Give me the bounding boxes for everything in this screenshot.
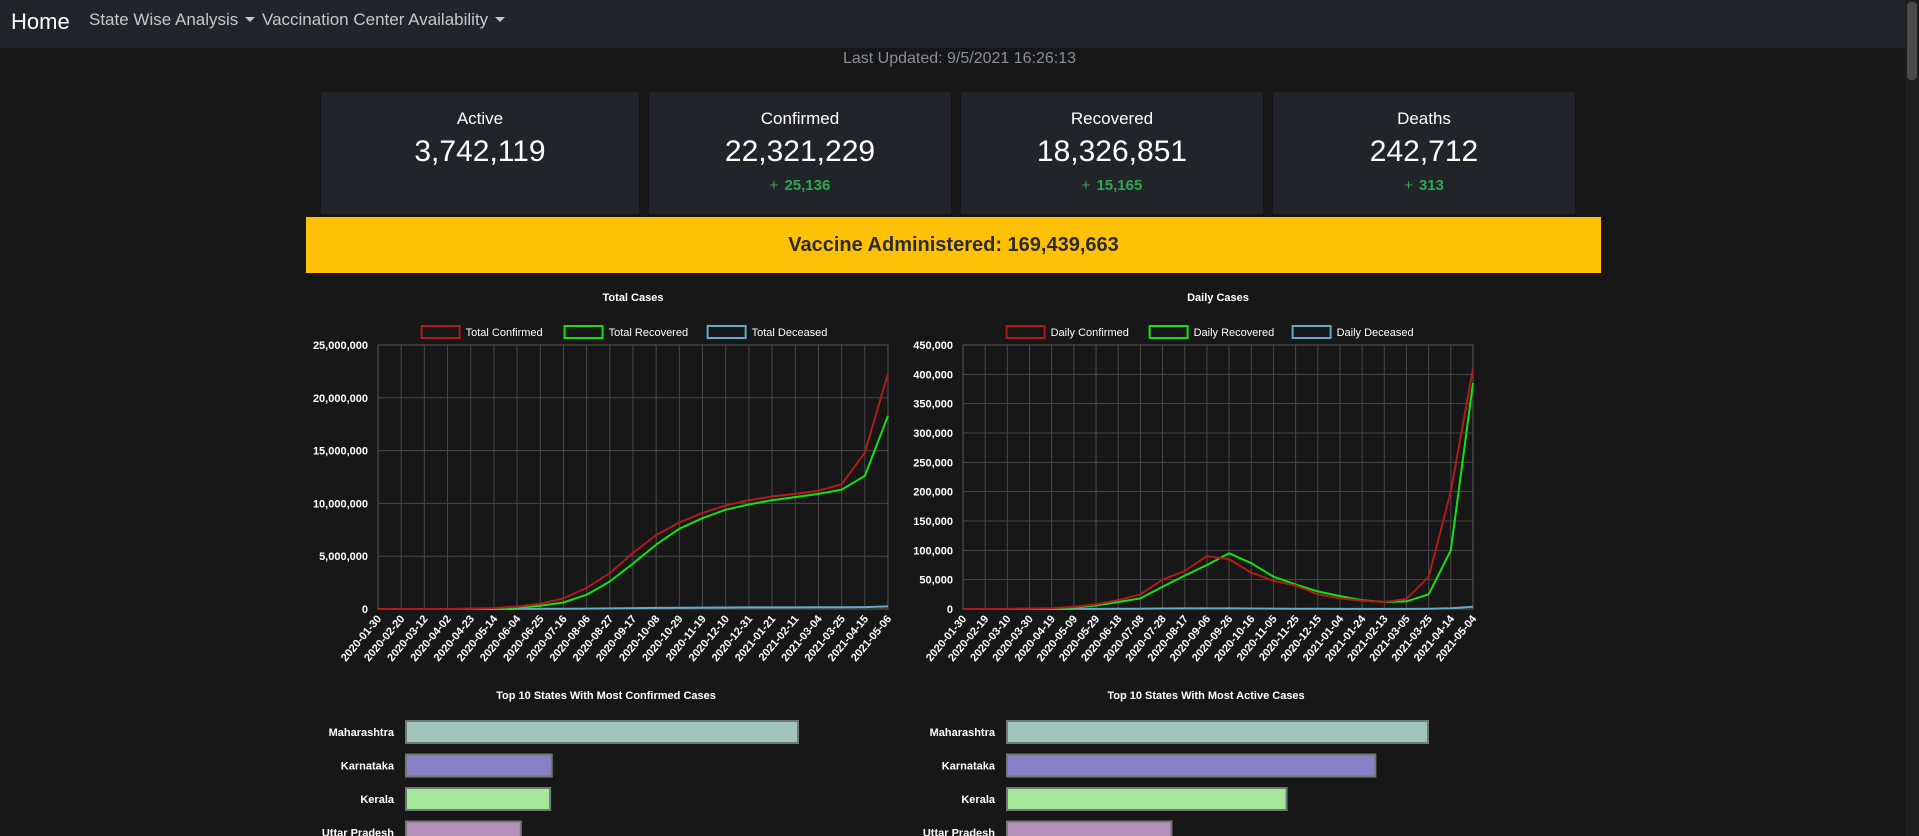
state-wise-analysis-dropdown[interactable]: State Wise Analysis bbox=[89, 10, 256, 30]
top-confirmed-states-chart: Top 10 States With Most Confirmed Cases M… bbox=[322, 690, 799, 836]
legend-swatch-daily-recovered bbox=[1148, 325, 1189, 339]
legend-label-total-deceased: Total Deceased bbox=[752, 327, 828, 339]
category-label: Karnataka bbox=[341, 761, 395, 773]
card-deaths-label: Deaths bbox=[1397, 109, 1451, 128]
y-tick-label: 350,000 bbox=[913, 399, 953, 411]
card-active-value: 3,742,119 bbox=[414, 135, 546, 168]
category-label: Kerala bbox=[961, 794, 996, 806]
top-active-states-chart: Top 10 States With Most Active Cases Maha… bbox=[923, 690, 1429, 836]
bar-kerala bbox=[405, 787, 552, 811]
card-confirmed: Confirmed 22,321,229 +25,136 bbox=[649, 92, 951, 214]
y-tick-label: 0 bbox=[947, 604, 953, 616]
card-deaths-delta-value: 313 bbox=[1418, 177, 1444, 194]
category-label: Kerala bbox=[360, 794, 395, 806]
chart-title: Top 10 States With Most Active Cases bbox=[1107, 690, 1304, 702]
card-recovered: Recovered 18,326,851 +15,165 bbox=[961, 92, 1263, 214]
card-confirmed-delta-value: 25,136 bbox=[784, 177, 831, 194]
category-label: Maharashtra bbox=[930, 727, 996, 739]
y-tick-label: 200,000 bbox=[913, 487, 953, 499]
vaccination-center-dropdown[interactable]: Vaccination Center Availability bbox=[262, 10, 506, 30]
daily-cases-chart: Daily Cases Daily Confirmed Daily Recovere… bbox=[913, 292, 1480, 664]
category-label: Uttar Pradesh bbox=[322, 828, 394, 836]
home-link[interactable]: Home bbox=[11, 9, 70, 35]
y-tick-label: 25,000,000 bbox=[313, 340, 368, 352]
plot-area-border bbox=[962, 344, 1474, 610]
legend-swatch-total-recovered bbox=[563, 325, 604, 339]
total-cases-chart: Total Cases Total Confirmed Total Recovere… bbox=[313, 292, 894, 664]
bar-karnataka bbox=[405, 753, 553, 778]
chevron-down-icon bbox=[245, 17, 256, 22]
chart-title: Top 10 States With Most Confirmed Cases bbox=[496, 690, 716, 702]
y-tick-label: 300,000 bbox=[913, 428, 953, 440]
plus-icon: + bbox=[1404, 177, 1413, 194]
legend-swatch-daily-confirmed bbox=[1005, 325, 1046, 339]
series-line-daily-recovered bbox=[963, 382, 1474, 610]
category-label: Karnataka bbox=[942, 761, 996, 773]
y-tick-label: 10,000,000 bbox=[313, 498, 368, 510]
y-tick-label: 400,000 bbox=[913, 369, 953, 381]
bar-maharashtra bbox=[405, 720, 799, 744]
card-active-label: Active bbox=[456, 109, 504, 128]
last-updated: Last Updated: 9/5/2021 16:26:13 bbox=[842, 50, 1077, 67]
y-tick-label: 100,000 bbox=[913, 545, 953, 557]
legend-label-daily-deceased: Daily Deceased bbox=[1337, 327, 1414, 339]
bar-maharashtra bbox=[1006, 720, 1429, 744]
legend-swatch-total-confirmed bbox=[420, 325, 461, 339]
y-tick-label: 20,000,000 bbox=[313, 393, 368, 405]
plus-icon: + bbox=[1081, 177, 1091, 194]
scrollbar[interactable] bbox=[1905, 0, 1919, 836]
y-tick-label: 5,000,000 bbox=[319, 551, 368, 563]
card-deaths-value: 242,712 bbox=[1369, 135, 1479, 168]
bar-uttar-pradesh bbox=[1006, 820, 1173, 836]
card-active: Active 3,742,119 bbox=[321, 92, 639, 214]
y-tick-label: 450,000 bbox=[913, 340, 953, 352]
bar-kerala bbox=[1006, 787, 1288, 811]
chart-title: Daily Cases bbox=[1187, 292, 1249, 304]
legend-label-daily-recovered: Daily Recovered bbox=[1194, 327, 1275, 339]
legend-label-total-recovered: Total Recovered bbox=[609, 327, 689, 339]
y-tick-label: 50,000 bbox=[919, 575, 953, 587]
y-tick-label: 0 bbox=[362, 604, 368, 616]
series-line-daily-confirmed bbox=[963, 368, 1474, 610]
y-tick-label: 150,000 bbox=[913, 516, 953, 528]
card-recovered-label: Recovered bbox=[1070, 109, 1154, 128]
card-recovered-delta-value: 15,165 bbox=[1096, 177, 1143, 194]
scrollbar-thumb[interactable] bbox=[1907, 2, 1917, 80]
bar-karnataka bbox=[1006, 753, 1377, 778]
plus-icon: + bbox=[769, 177, 779, 194]
card-recovered-value: 18,326,851 bbox=[1036, 135, 1188, 168]
legend-label-daily-confirmed: Daily Confirmed bbox=[1051, 327, 1129, 339]
vaccine-administered-banner: Vaccine Administered: 169,439,663 bbox=[306, 217, 1601, 273]
navbar: Home State Wise Analysis Vaccination Cen… bbox=[0, 0, 1919, 48]
category-label: Maharashtra bbox=[329, 727, 395, 739]
card-recovered-delta: +15,165 bbox=[961, 177, 1263, 194]
state-wise-analysis-label: State Wise Analysis bbox=[89, 10, 239, 29]
legend-swatch-total-deceased bbox=[706, 325, 747, 339]
chart-title: Total Cases bbox=[603, 292, 664, 304]
card-confirmed-delta: +25,136 bbox=[649, 177, 951, 194]
card-confirmed-value: 22,321,229 bbox=[724, 135, 876, 168]
chevron-down-icon bbox=[495, 17, 506, 22]
card-confirmed-label: Confirmed bbox=[760, 109, 840, 128]
bar-uttar-pradesh bbox=[405, 820, 522, 836]
category-label: Uttar Pradesh bbox=[923, 828, 995, 836]
legend-label-total-confirmed: Total Confirmed bbox=[466, 327, 543, 339]
card-deaths: Deaths 242,712 +313 bbox=[1273, 92, 1575, 214]
y-tick-label: 250,000 bbox=[913, 457, 953, 469]
y-tick-label: 15,000,000 bbox=[313, 446, 368, 458]
vaccination-center-label: Vaccination Center Availability bbox=[262, 10, 489, 29]
legend-swatch-daily-deceased bbox=[1291, 325, 1332, 339]
card-deaths-delta: +313 bbox=[1273, 177, 1575, 194]
